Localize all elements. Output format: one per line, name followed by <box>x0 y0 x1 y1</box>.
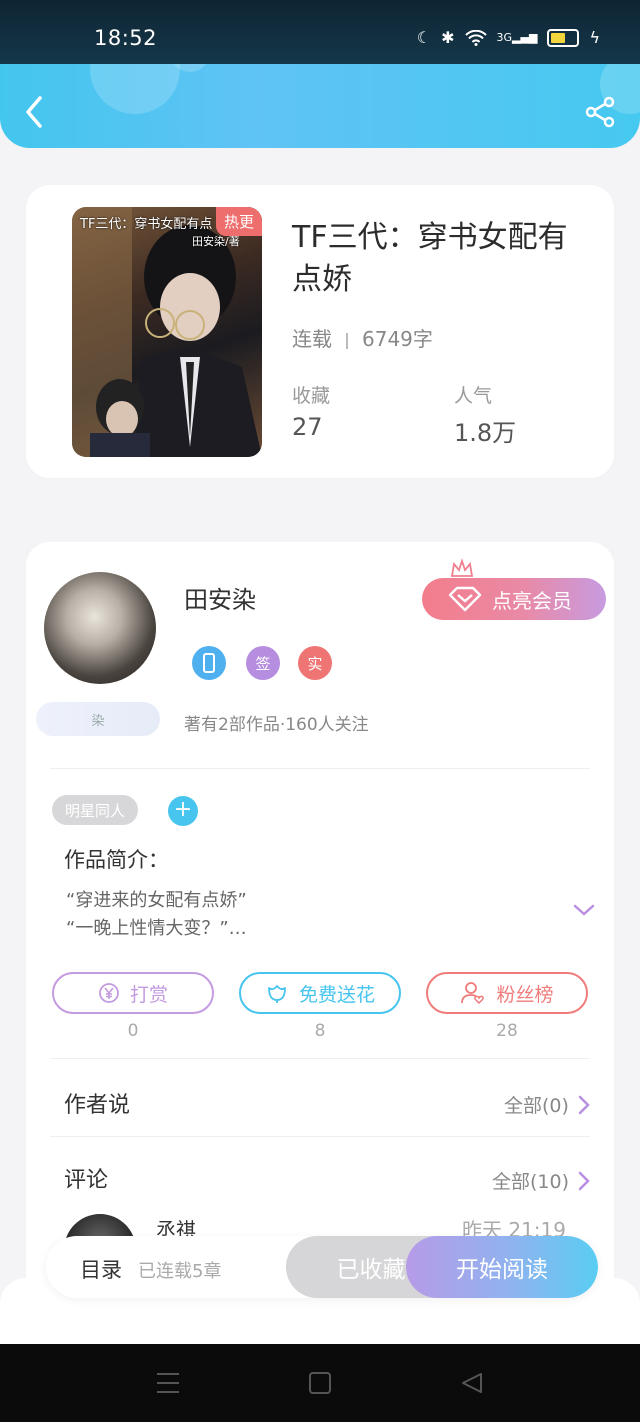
book-cover[interactable]: TF三代：穿书女配有点 田安染/著 热更 <box>72 207 262 457</box>
signed-badge: 签 <box>246 646 280 680</box>
bottom-action-bar: 目录 已连载5章 已收藏 开始阅读 <box>46 1236 598 1298</box>
divider <box>50 768 590 769</box>
bluetooth-icon: ✱ <box>441 28 455 47</box>
status-time: 18:52 <box>94 26 158 50</box>
divider <box>50 1136 590 1137</box>
signal-icon: 3G▂▄▆ <box>496 31 538 44</box>
add-tag-button[interactable]: + <box>168 796 198 826</box>
status-icons: ☾ ✱ 3G▂▄▆ ϟ <box>417 28 600 47</box>
book-title: TF三代：穿书女配有点娇 <box>292 220 568 297</box>
fan-count: 28 <box>496 1021 518 1041</box>
reward-button[interactable]: 打赏 <box>52 972 214 1014</box>
meta-divider <box>346 332 348 349</box>
charging-icon: ϟ <box>589 28 600 47</box>
status-bar: 18:52 ☾ ✱ 3G▂▄▆ ϟ <box>0 0 640 64</box>
popularity-label: 人气 <box>454 385 493 407</box>
fan-tag: 染 <box>36 702 160 736</box>
chevron-down-icon[interactable] <box>572 902 596 918</box>
favorites-value: 27 <box>292 413 323 441</box>
genre-tag[interactable]: 明星同人 <box>52 795 139 825</box>
intro-line: “穿进来的女配有点娇” <box>66 890 247 911</box>
chapter-count: 已连载5章 <box>138 1261 222 1282</box>
header <box>0 64 640 148</box>
chevron-right-icon <box>578 1095 590 1114</box>
intro-line: “一晚上性情大变？”… <box>66 918 247 939</box>
phone-badge-icon <box>192 646 226 680</box>
intro-title: 作品简介： <box>64 848 169 872</box>
divider <box>50 1058 590 1059</box>
works-stats: 著有2部作品·160人关注 <box>184 715 369 735</box>
send-flower-button[interactable]: 免费送花 <box>239 972 401 1014</box>
comments-title: 评论 <box>64 1168 109 1193</box>
author-name[interactable]: 田安染 <box>184 580 256 615</box>
user-heart-icon <box>461 982 485 1005</box>
fan-ranking-button[interactable]: 粉丝榜 <box>426 972 588 1014</box>
vip-label: 点亮会员 <box>492 588 572 613</box>
hot-badge: 热更 <box>215 207 262 236</box>
yen-icon <box>99 983 119 1003</box>
word-count: 6749字 <box>362 327 433 351</box>
start-reading-button[interactable]: 开始阅读 <box>406 1236 598 1298</box>
back-nav-icon[interactable] <box>460 1372 484 1394</box>
back-icon[interactable] <box>20 94 50 130</box>
popularity-value: 1.8万 <box>454 419 517 447</box>
home-icon[interactable] <box>308 1372 332 1394</box>
crown-icon <box>450 558 474 577</box>
author-says-more[interactable]: 全部(0) <box>504 1091 591 1118</box>
cover-title: TF三代：穿书女配有点 <box>80 217 213 232</box>
flower-count: 8 <box>314 1021 326 1041</box>
toc-button[interactable]: 目录 <box>80 1254 122 1284</box>
serial-status: 连载 <box>292 327 332 351</box>
comments-more[interactable]: 全部(10) <box>492 1167 591 1194</box>
system-nav-bar <box>0 1344 640 1422</box>
verified-badge: 实 <box>298 646 332 680</box>
author-says-title: 作者说 <box>64 1093 131 1118</box>
menu-icon[interactable] <box>156 1372 180 1394</box>
moon-icon: ☾ <box>416 28 432 47</box>
flower-icon <box>268 985 286 1003</box>
favorites-label: 收藏 <box>292 385 331 407</box>
diamond-icon <box>448 586 482 612</box>
book-meta: 连载 6749字 <box>292 323 433 352</box>
book-card: TF三代：穿书女配有点 田安染/著 热更 TF三代：穿书女配有点娇 连载 6749… <box>26 185 614 478</box>
reward-count: 0 <box>127 1021 139 1041</box>
share-icon[interactable] <box>584 96 616 128</box>
vip-button[interactable]: 点亮会员 <box>422 558 606 620</box>
author-avatar[interactable] <box>44 572 156 684</box>
wifi-icon <box>464 29 487 46</box>
decor-bubble <box>90 64 180 114</box>
battery-icon <box>547 28 580 47</box>
chevron-right-icon <box>578 1171 590 1190</box>
